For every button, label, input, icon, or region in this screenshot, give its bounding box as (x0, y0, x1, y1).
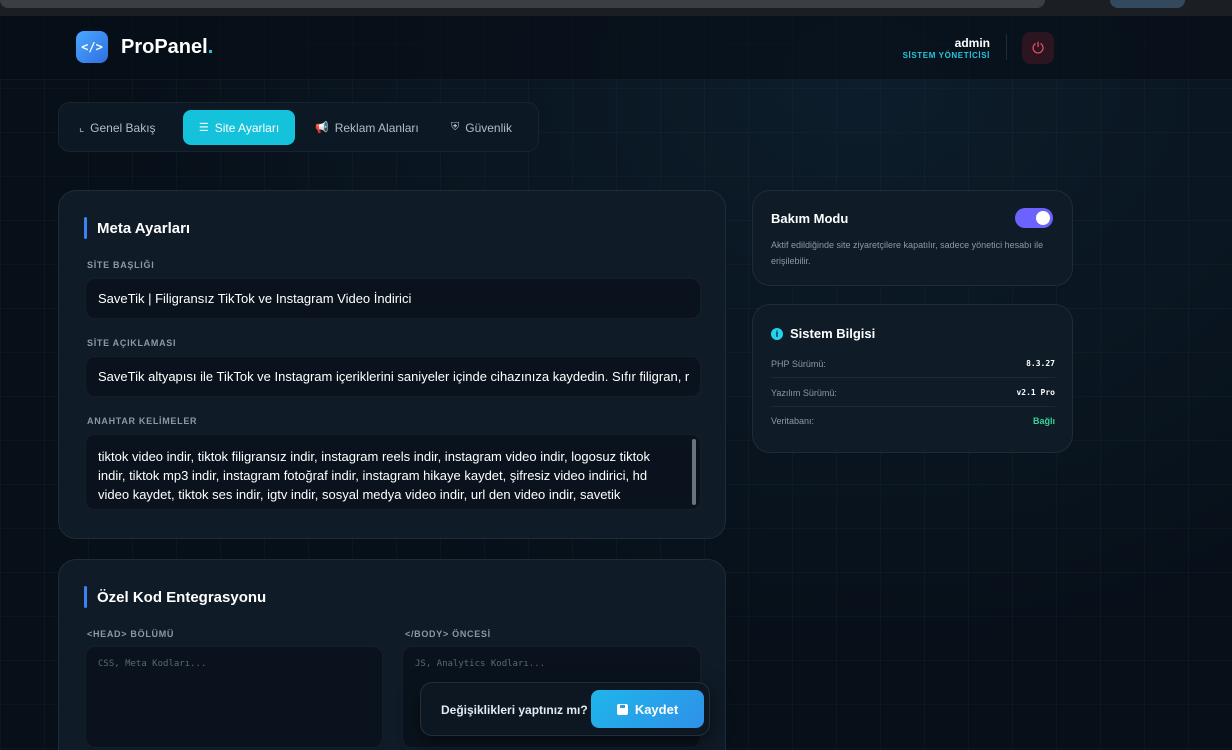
tab-label: Site Ayarları (214, 120, 280, 135)
system-info-title: i Sistem Bilgisi (771, 326, 875, 341)
save-button[interactable]: Kaydet (591, 690, 704, 728)
user-info: admin SİSTEM YÖNETİCİSİ (903, 36, 990, 60)
toggle-knob (1036, 211, 1050, 225)
custom-code-title-text: Özel Kod Entegrasyonu (97, 588, 267, 606)
code-logo-icon: </> (76, 31, 108, 63)
top-header: </> ProPanel. admin SİSTEM YÖNETİCİSİ ⏻ (0, 16, 1232, 80)
browser-chrome (0, 0, 1232, 16)
info-row-label: PHP Sürümü: (771, 358, 826, 369)
chart-line-icon: ⌞ (79, 122, 85, 134)
title-accent-bar (84, 217, 87, 239)
textarea-scrollbar[interactable] (692, 439, 696, 505)
logout-button[interactable]: ⏻ (1022, 32, 1054, 64)
maintenance-description: Aktif edildiğinde site ziyaretçilere kap… (771, 240, 1044, 266)
tab-guvenlik[interactable]: ⛨ Güvenlik (451, 110, 512, 145)
info-row-database: Veritabanı: Bağlı (771, 407, 1055, 435)
maintenance-mode-card: Bakım Modu Aktif edildiğinde site ziyare… (752, 190, 1073, 286)
site-title-label: SİTE BAŞLIĞI (87, 260, 155, 270)
info-row-label: Veritabanı: (771, 416, 815, 426)
info-row-value: v2.1 Pro (1016, 388, 1055, 397)
head-code-textarea[interactable]: CSS, Meta Kodları... (85, 646, 383, 748)
shield-icon: ⛨ (451, 121, 460, 133)
header-divider (1006, 34, 1007, 60)
maintenance-toggle[interactable] (1015, 208, 1053, 228)
head-section-label: <HEAD> BÖLÜMÜ (87, 629, 175, 639)
meta-settings-card: Meta Ayarları SİTE BAŞLIĞI SaveTik | Fil… (58, 190, 726, 539)
tab-genel-bakis[interactable]: ⌞ Genel Bakış (79, 110, 156, 145)
browser-address-bar[interactable] (0, 0, 1045, 8)
info-row-label: Yazılım Sürümü: (771, 387, 837, 398)
keywords-label: ANAHTAR KELİMELER (87, 416, 198, 426)
settings-tabs: ⌞ Genel Bakış ☰ Site Ayarları 📢 Reklam A… (58, 102, 539, 152)
site-description-field[interactable]: SaveTik altyapısı ile TikTok ve Instagra… (85, 356, 701, 397)
brand-name: ProPanel. (121, 36, 213, 59)
brand-text: ProPanel (121, 36, 208, 58)
sliders-icon: ☰ (198, 122, 209, 134)
tab-label: Genel Bakış (90, 120, 156, 135)
tab-label: Güvenlik (465, 120, 512, 135)
tab-reklam-alanlari[interactable]: 📢 Reklam Alanları (315, 110, 419, 145)
save-question: Değişiklikleri yaptınız mı? (441, 703, 588, 717)
meta-title-text: Meta Ayarları (97, 219, 191, 237)
info-icon: i (771, 327, 783, 340)
power-icon: ⏻ (1032, 39, 1044, 57)
megaphone-icon: 📢 (315, 122, 329, 134)
save-bar: Değişiklikleri yaptınız mı? Kaydet (420, 682, 710, 736)
system-info-title-text: Sistem Bilgisi (790, 326, 876, 341)
system-info-card: i Sistem Bilgisi PHP Sürümü: 8.3.27 Yazı… (752, 304, 1073, 453)
info-row-software: Yazılım Sürümü: v2.1 Pro (771, 379, 1055, 407)
user-name: admin (954, 36, 990, 50)
save-button-label: Kaydet (634, 701, 679, 717)
tab-label: Reklam Alanları (334, 120, 419, 135)
user-role: SİSTEM YÖNETİCİSİ (902, 51, 990, 60)
keywords-textarea[interactable]: tiktok video indir, tiktok filigransız i… (85, 434, 701, 510)
keywords-text: tiktok video indir, tiktok filigransız i… (98, 449, 651, 502)
maintenance-title: Bakım Modu (771, 211, 849, 226)
custom-code-title: Özel Kod Entegrasyonu (84, 586, 266, 608)
title-accent-bar (84, 586, 87, 608)
site-title-field[interactable]: SaveTik | Filigransız TikTok ve Instagra… (85, 278, 701, 319)
site-description-label: SİTE AÇIKLAMASI (87, 338, 177, 348)
tab-site-ayarlari[interactable]: ☰ Site Ayarları (183, 110, 295, 145)
save-disk-icon (616, 703, 628, 715)
database-status: Bağlı (1032, 416, 1055, 426)
info-row-php: PHP Sürümü: 8.3.27 (771, 350, 1055, 378)
info-row-value: 8.3.27 (1026, 359, 1055, 368)
brand-dot: . (207, 36, 214, 58)
meta-card-title: Meta Ayarları (84, 217, 190, 239)
browser-extension-button[interactable] (1110, 0, 1185, 8)
body-section-label: </BODY> ÖNCESİ (405, 629, 491, 639)
